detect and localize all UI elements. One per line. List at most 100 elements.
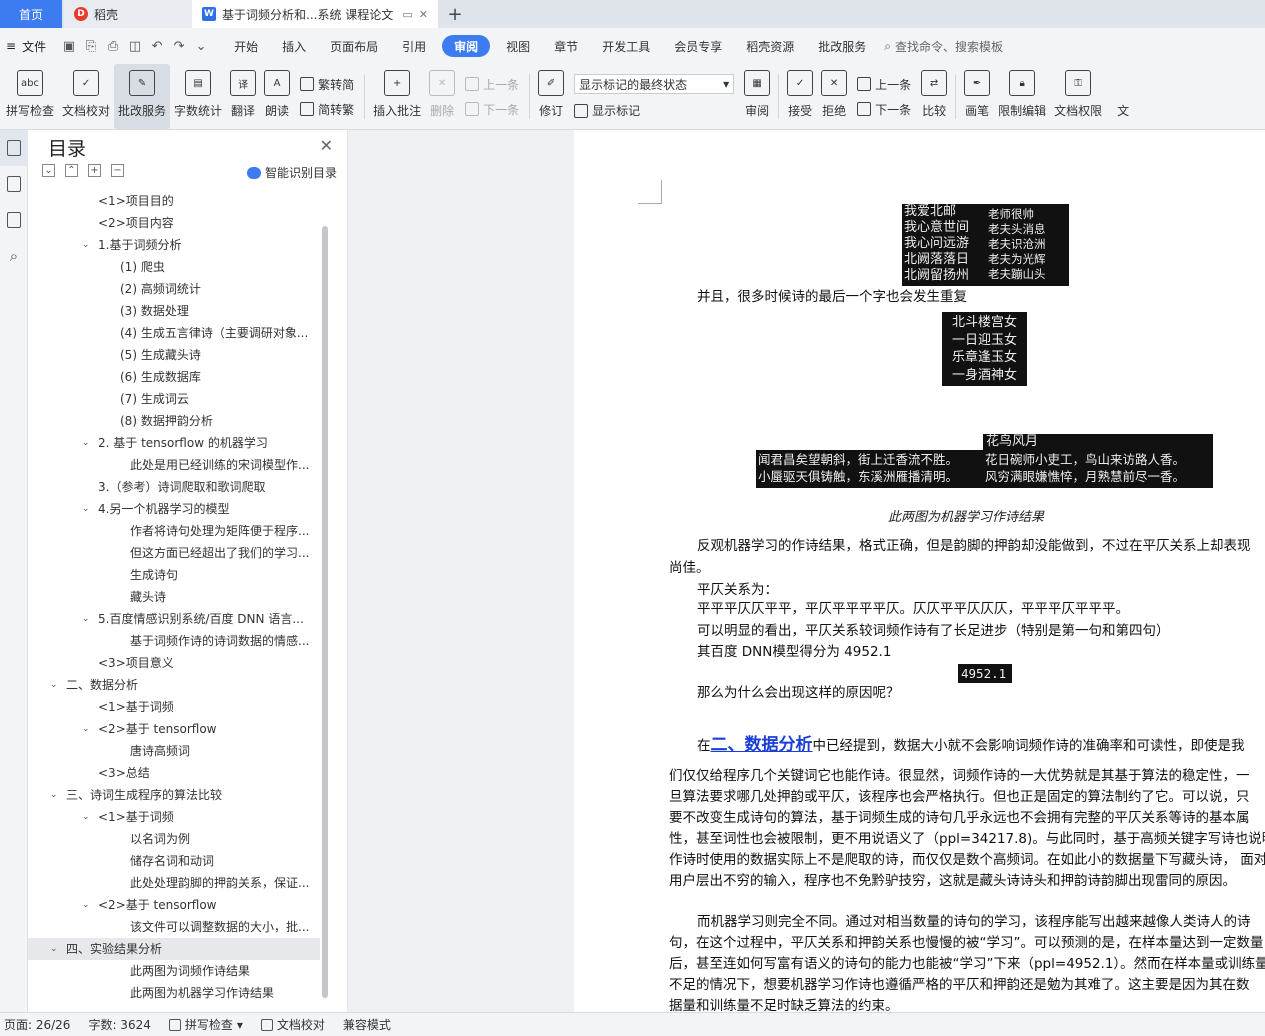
expand-level-icon[interactable]: ⌃	[65, 164, 78, 177]
more-button[interactable]: 文	[1106, 64, 1136, 129]
tab-pin-icon[interactable]: ▭	[402, 8, 412, 21]
menu-tab[interactable]: 批改服务	[806, 35, 878, 57]
tab-document[interactable]: W 基于词频分析和...系统 课程论文 ▭ ✕	[192, 0, 438, 28]
word-count-button[interactable]: ▤ 字数统计	[170, 64, 226, 129]
undo-icon[interactable]: ↶	[146, 35, 168, 57]
toc-item[interactable]: (7) 生成词云	[28, 388, 320, 410]
toc-item[interactable]: ⌄ <2>基于 tensorflow	[28, 894, 320, 916]
export-icon[interactable]: ⎘	[80, 35, 102, 57]
menu-tab[interactable]: 审阅	[442, 35, 491, 57]
compare-button[interactable]: ⇄ 比较	[917, 64, 951, 129]
ai-toc-button[interactable]: 智能识别目录	[246, 164, 337, 181]
save-icon[interactable]: ▣	[58, 35, 80, 57]
bookmarks-panel-button[interactable]	[0, 202, 28, 238]
collapse-all-icon[interactable]: ⌄	[42, 164, 55, 177]
toc-item[interactable]: (1) 爬虫	[28, 256, 320, 278]
chevron-down-icon[interactable]: ⌄	[82, 234, 90, 256]
insert-comment-button[interactable]: + 插入批注	[369, 64, 425, 129]
toc-item[interactable]: 此处处理韵脚的押韵关系，保证...	[28, 872, 320, 894]
chevron-down-icon[interactable]: ⌄	[50, 674, 58, 696]
doc-rights-button[interactable]: ⚿ 文档权限	[1050, 64, 1106, 129]
toc-item[interactable]: <3>总结	[28, 762, 320, 784]
restrict-editing-button[interactable]: 🔒︎ 限制编辑	[994, 64, 1050, 129]
pen-button[interactable]: ✒ 画笔	[960, 64, 994, 129]
show-markup-button[interactable]: 显示标记	[574, 102, 734, 119]
close-icon[interactable]: ✕	[320, 136, 333, 155]
toc-item[interactable]: 基于词频作诗的诗词数据的情感...	[28, 630, 320, 652]
toc-item[interactable]: 生成诗句	[28, 564, 320, 586]
read-aloud-button[interactable]: A 朗读	[260, 64, 294, 129]
chevron-down-icon[interactable]: ⌄	[82, 608, 90, 630]
toc-item[interactable]: <2>项目内容	[28, 212, 320, 234]
toc-item[interactable]: (6) 生成数据库	[28, 366, 320, 388]
menu-tab[interactable]: 会员专享	[662, 35, 734, 57]
chevron-down-icon[interactable]: ⌄	[50, 938, 58, 960]
file-menu[interactable]: ≡ 文件	[6, 38, 46, 55]
spell-check-button[interactable]: abc 拼写检查	[2, 64, 58, 129]
toc-item[interactable]: ⌄ 5.百度情感识别系统/百度 DNN 语言...	[28, 608, 320, 630]
translate-button[interactable]: 译翻译	[226, 64, 260, 129]
redo-icon[interactable]: ↷	[168, 35, 190, 57]
menu-tab[interactable]: 插入	[270, 35, 318, 57]
menu-tab[interactable]: 章节	[542, 35, 590, 57]
chevron-down-icon[interactable]: ⌄	[82, 806, 90, 828]
toc-item[interactable]: (2) 高频词统计	[28, 278, 320, 300]
toc-item[interactable]: 唐诗高频词	[28, 740, 320, 762]
word-count-indicator[interactable]: 字数: 3624	[88, 1016, 150, 1033]
menu-tab[interactable]: 引用	[390, 35, 438, 57]
tab-close-icon[interactable]: ✕	[419, 8, 428, 21]
tab-home[interactable]: 首页	[0, 0, 62, 28]
toc-item[interactable]: 但这方面已经超出了我们的学习...	[28, 542, 320, 564]
spell-check-toggle[interactable]: 拼写检查 ▾	[168, 1016, 243, 1033]
track-changes-button[interactable]: ✐ 修订	[534, 64, 568, 129]
toc-item[interactable]: (5) 生成藏头诗	[28, 344, 320, 366]
toc-item[interactable]: ⌄ <2>基于 tensorflow	[28, 718, 320, 740]
toc-item[interactable]: 此两图为词频作诗结果	[28, 960, 320, 982]
sections-panel-button[interactable]	[0, 166, 28, 202]
toc-item[interactable]: 此处是用已经训练的宋词模型作...	[28, 454, 320, 476]
toc-item[interactable]: ⌄ 三、诗词生成程序的算法比较	[28, 784, 320, 806]
doc-proof-button[interactable]: ✓ 文档校对	[58, 64, 114, 129]
menu-tab[interactable]: 视图	[494, 35, 542, 57]
toc-scrollbar[interactable]	[322, 226, 328, 998]
toc-item[interactable]: <3>项目意义	[28, 652, 320, 674]
toc-item[interactable]: ⌄ 2. 基于 tensorflow 的机器学习	[28, 432, 320, 454]
toc-item[interactable]: 此两图为机器学习作诗结果	[28, 982, 320, 1004]
chevron-down-icon[interactable]: ⌄	[50, 784, 58, 806]
remove-heading-icon[interactable]: −	[111, 164, 124, 177]
chevron-down-icon[interactable]: ⌄	[82, 432, 90, 454]
print-preview-icon[interactable]: ◫	[124, 35, 146, 57]
next-comment-button[interactable]: 下一条	[465, 101, 519, 118]
menu-tab[interactable]: 开始	[222, 35, 270, 57]
toc-item[interactable]: 作者将诗句处理为矩阵便于程序...	[28, 520, 320, 542]
tab-docer[interactable]: D 稻壳	[64, 0, 192, 28]
toc-item[interactable]: ⌄ 四、实验结果分析	[28, 938, 320, 960]
chevron-down-icon[interactable]: ⌄	[82, 718, 90, 740]
prev-comment-button[interactable]: 上一条	[465, 76, 519, 93]
toc-item[interactable]: ⌄ 4.另一个机器学习的模型	[28, 498, 320, 520]
simp-to-trad-button[interactable]: 简转繁	[300, 101, 354, 118]
reject-button[interactable]: ✕ 拒绝	[817, 64, 851, 129]
correction-service-button[interactable]: ✎ 批改服务	[114, 64, 171, 129]
toc-item[interactable]: ⌄ 1.基于词频分析	[28, 234, 320, 256]
toc-panel-button[interactable]	[0, 130, 28, 166]
page-indicator[interactable]: 页面: 26/26	[4, 1016, 70, 1033]
toc-item[interactable]: (8) 数据押韵分析	[28, 410, 320, 432]
toc-item[interactable]: (4) 生成五言律诗（主要调研对象...	[28, 322, 320, 344]
toc-item[interactable]: 该文件可以调整数据的大小，批...	[28, 916, 320, 938]
menu-tab[interactable]: 稻壳资源	[734, 35, 806, 57]
section-link[interactable]: 二、数据分析	[711, 735, 813, 755]
accept-button[interactable]: ✓ 接受	[783, 64, 817, 129]
toc-item[interactable]: 以名词为例	[28, 828, 320, 850]
trad-to-simp-button[interactable]: 繁转简	[300, 76, 354, 93]
menu-tab[interactable]: 页面布局	[318, 35, 390, 57]
print-icon[interactable]: ⎙	[102, 35, 124, 57]
toc-item[interactable]: (3) 数据处理	[28, 300, 320, 322]
review-pane-button[interactable]: ▦ 审阅	[740, 64, 774, 129]
find-panel-button[interactable]: ⌕	[0, 238, 28, 274]
toc-item[interactable]: 3.（参考）诗词爬取和歌词爬取	[28, 476, 320, 498]
command-search[interactable]: ⌕ 查找命令、搜索模板	[884, 38, 1003, 55]
quick-access-dropdown-icon[interactable]: ⌄	[190, 35, 212, 57]
new-tab-button[interactable]: +	[438, 0, 472, 28]
document-page[interactable]: 我爱北邮 我心意世间 我心问远游 北阙落落日 北阙留扬州 老师很帅 老夫头消息 老夫识沧洲老…	[574, 130, 1265, 1012]
